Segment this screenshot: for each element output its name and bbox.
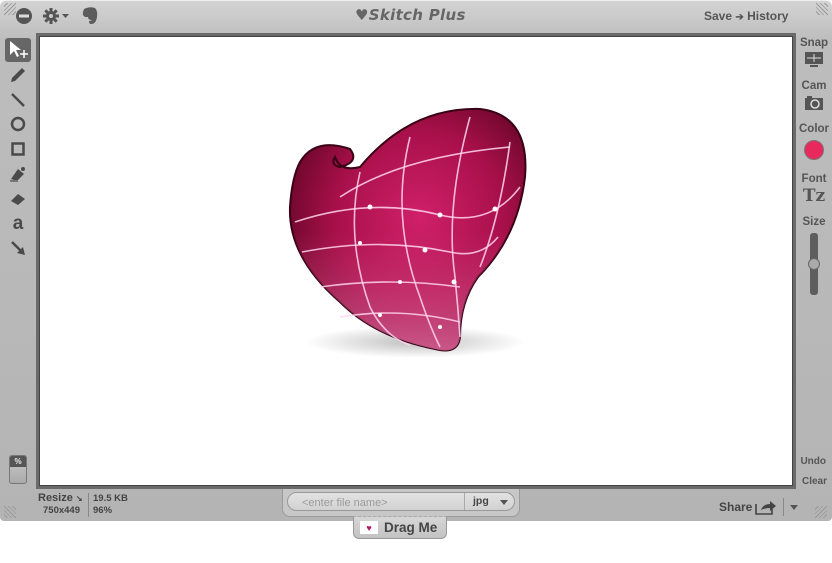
status-divider — [88, 493, 89, 517]
file-info: 19.5 KB 96% — [93, 492, 128, 516]
snap-label[interactable]: Snap — [797, 37, 831, 50]
color-label[interactable]: Color — [797, 123, 831, 136]
format-select[interactable]: jpg — [464, 493, 516, 510]
history-label[interactable]: History — [747, 9, 788, 23]
image-dimensions: 750x449 — [43, 505, 80, 516]
cam-label[interactable]: Cam — [797, 80, 831, 93]
resize-label[interactable]: Resize — [38, 492, 73, 504]
share-menu-chevron-icon[interactable] — [790, 504, 799, 510]
size-label: Size — [802, 216, 826, 228]
ellipse-tool[interactable] — [5, 112, 31, 136]
clear-button[interactable]: Clear — [802, 476, 827, 487]
zoom-toggle-button[interactable]: % — [9, 455, 27, 484]
percent-label: % — [10, 456, 26, 467]
fill-bucket-tool[interactable] — [5, 162, 31, 186]
gear-menu-icon[interactable] — [42, 6, 70, 26]
share-label: Share — [719, 500, 753, 514]
file-name-input[interactable] — [300, 494, 464, 511]
color-swatch[interactable] — [804, 140, 824, 160]
color-picker[interactable] — [797, 137, 831, 163]
file-name-field: jpg — [287, 492, 515, 511]
pencil-tool[interactable] — [5, 63, 31, 87]
window-resize-grip[interactable] — [815, 506, 827, 518]
format-chevron-icon — [500, 500, 508, 505]
text-tool-glyph: a — [12, 212, 24, 234]
save-history-link[interactable]: Save ➔ History — [704, 9, 788, 23]
tool-palette: a — [5, 38, 31, 261]
camera-icon[interactable] — [797, 93, 831, 113]
file-name-bar: jpg — [282, 489, 520, 517]
font-icon[interactable]: Tz — [797, 186, 831, 206]
share-button[interactable]: Share — [719, 498, 799, 516]
evernote-elephant-icon[interactable] — [80, 6, 100, 26]
snap-screen-icon[interactable] — [797, 50, 831, 70]
resize-corner-icon: ↘ — [75, 494, 83, 503]
drag-me-label: Drag Me — [384, 520, 438, 535]
rectangle-tool[interactable] — [5, 137, 31, 161]
eraser-tool[interactable] — [5, 187, 31, 211]
font-glyph: Tz — [802, 186, 826, 206]
select-move-tool[interactable] — [5, 38, 31, 62]
format-value: jpg — [473, 495, 489, 507]
arrow-right-icon: ➔ — [735, 12, 744, 23]
font-label[interactable]: Font — [797, 173, 831, 186]
app-title: ♥Skitch Plus — [355, 6, 466, 24]
zoom-percent: 96% — [93, 505, 113, 516]
minus-circle-icon[interactable] — [14, 6, 34, 26]
arrow-tool[interactable] — [5, 236, 31, 260]
size-slider-knob[interactable] — [808, 258, 820, 270]
text-tool[interactable]: a — [5, 212, 31, 236]
drag-me-handle[interactable]: ♥ Drag Me — [353, 516, 447, 539]
skitch-window: ♥Skitch Plus Save ➔ History a % Snap Cam… — [0, 0, 832, 521]
share-arrow-icon — [755, 501, 777, 515]
window-grip-bottom-left[interactable] — [4, 506, 16, 518]
resize-control[interactable]: Resize ↘ 750x449 — [38, 492, 83, 516]
skitch-heart-logo — [288, 107, 527, 358]
drawing-canvas[interactable] — [39, 36, 793, 486]
title-bar: ♥Skitch Plus Save ➔ History — [0, 0, 832, 33]
size-slider[interactable] — [808, 233, 820, 295]
save-label[interactable]: Save — [704, 9, 732, 23]
right-panel: Snap Cam Color Font Tz Size — [797, 37, 831, 295]
file-size: 19.5 KB — [93, 493, 128, 504]
line-tool[interactable] — [5, 88, 31, 112]
canvas-frame — [36, 33, 796, 489]
drag-thumbnail-heart-icon: ♥ — [360, 521, 378, 534]
undo-button[interactable]: Undo — [800, 456, 826, 467]
window-grip-top-right[interactable] — [816, 3, 828, 15]
share-divider — [783, 498, 785, 516]
